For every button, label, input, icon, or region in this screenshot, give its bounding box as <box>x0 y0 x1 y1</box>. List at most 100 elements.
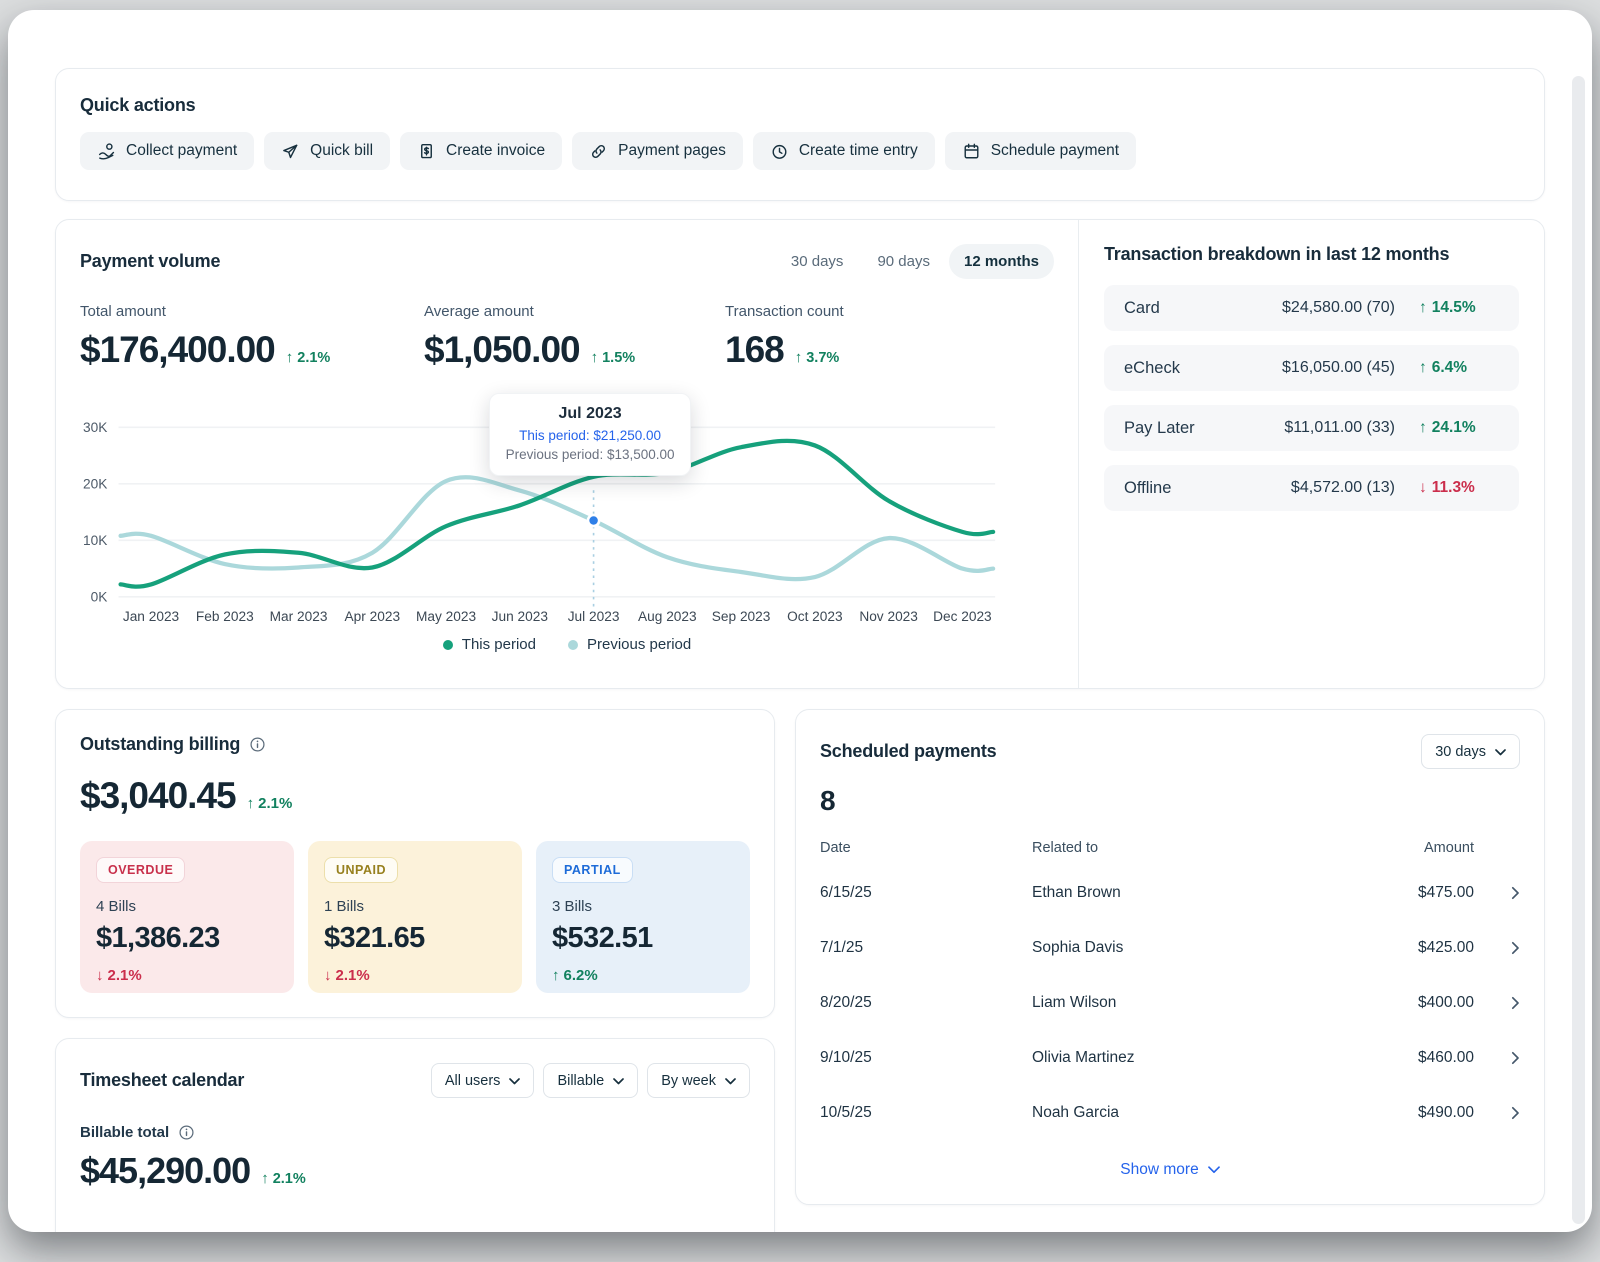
payment-amount: $460.00 <box>1344 1049 1474 1067</box>
legend-dot <box>443 640 453 650</box>
outstanding-billing-card: Outstanding billing $3,040.45 ↑2.1% OVER… <box>55 709 775 1018</box>
method-amount: $4,572.00 (13) <box>1291 479 1395 497</box>
collect-payment-icon <box>97 142 116 161</box>
chevron-right-icon[interactable] <box>1474 1106 1520 1120</box>
partial-badge: PARTIAL <box>552 857 633 883</box>
create-time-entry-button[interactable]: Create time entry <box>753 132 935 170</box>
table-row[interactable]: 8/20/25 Liam Wilson $400.00 <box>820 975 1520 1030</box>
metric-label: Transaction count <box>725 303 844 320</box>
button-label: Quick bill <box>310 142 373 160</box>
outstanding-billing-title: Outstanding billing <box>80 734 240 755</box>
payment-date: 7/1/25 <box>820 939 1032 957</box>
schedule-payment-icon <box>962 142 981 161</box>
button-label: Payment pages <box>618 142 726 160</box>
table-row[interactable]: 10/5/25 Noah Garcia $490.00 <box>820 1085 1520 1140</box>
payment-amount: $490.00 <box>1344 1104 1474 1122</box>
timesheet-calendar-card: Timesheet calendar All users Billable By… <box>55 1038 775 1232</box>
method-delta: ↓11.3% <box>1419 479 1499 497</box>
chevron-right-icon[interactable] <box>1474 1051 1520 1065</box>
breakdown-row[interactable]: Offline $4,572.00 (13) ↓11.3% <box>1104 465 1519 511</box>
tab-90-days[interactable]: 90 days <box>862 244 945 279</box>
tab-30-days[interactable]: 30 days <box>776 244 859 279</box>
table-row[interactable]: 9/10/25 Olivia Martinez $460.00 <box>820 1030 1520 1085</box>
svg-text:Oct 2023: Oct 2023 <box>787 609 843 624</box>
quick-actions-title: Quick actions <box>80 95 1520 116</box>
create-invoice-button[interactable]: Create invoice <box>400 132 562 170</box>
dashboard-page: Quick actions Collect payment Quick bill… <box>8 10 1592 1232</box>
breakdown-row[interactable]: Pay Later $11,011.00 (33) ↑24.1% <box>1104 405 1519 451</box>
metric-delta: ↑1.5% <box>591 349 636 366</box>
info-icon[interactable] <box>249 736 266 753</box>
chevron-down-icon <box>725 1073 736 1089</box>
payment-method: Card <box>1124 299 1282 318</box>
quick-actions-row: Collect payment Quick bill Create invoic… <box>80 132 1520 170</box>
chart-legend: This period Previous period <box>80 636 1054 653</box>
metric-value: 168 <box>725 329 784 371</box>
overdue-card[interactable]: OVERDUE 4 Bills $1,386.23 ↓2.1% <box>80 841 294 993</box>
payment-related-to: Noah Garcia <box>1032 1104 1344 1122</box>
transaction-breakdown-list: Card $24,580.00 (70) ↑14.5% eCheck $16,0… <box>1104 285 1519 511</box>
quick-bill-icon <box>281 142 300 161</box>
billable-select[interactable]: Billable <box>543 1063 638 1098</box>
svg-text:10K: 10K <box>83 533 107 548</box>
svg-text:Sep 2023: Sep 2023 <box>712 609 771 624</box>
table-row[interactable]: 7/1/25 Sophia Davis $425.00 <box>820 920 1520 975</box>
bills-delta: ↑6.2% <box>552 967 598 984</box>
info-icon[interactable] <box>178 1124 195 1141</box>
scrollbar[interactable] <box>1572 76 1585 1224</box>
payment-method: Pay Later <box>1124 419 1284 438</box>
all-users-select[interactable]: All users <box>431 1063 535 1098</box>
billing-status-cards: OVERDUE 4 Bills $1,386.23 ↓2.1% UNPAID 1… <box>80 841 750 993</box>
scheduled-payments-card: Scheduled payments 30 days 8 Date Relate… <box>795 709 1545 1205</box>
metric-delta: ↑2.1% <box>286 349 331 366</box>
tooltip-previous-period: Previous period: $13,500.00 <box>498 447 682 462</box>
legend-item: This period <box>443 636 536 653</box>
column-amount: Amount <box>1344 840 1474 856</box>
scheduled-count: 8 <box>820 785 1520 817</box>
table-row[interactable]: 6/15/25 Ethan Brown $475.00 <box>820 865 1520 920</box>
overdue-badge: OVERDUE <box>96 857 185 883</box>
legend-label: This period <box>462 636 536 653</box>
chevron-down-icon <box>509 1073 520 1089</box>
transaction-breakdown-section: Transaction breakdown in last 12 months … <box>1079 220 1544 688</box>
timesheet-title: Timesheet calendar <box>80 1070 244 1091</box>
range-select[interactable]: 30 days <box>1421 734 1520 769</box>
payment-related-to: Sophia Davis <box>1032 939 1344 957</box>
outstanding-delta: ↑2.1% <box>247 795 293 812</box>
metric-average-amount: Average amount $1,050.00 ↑1.5% <box>424 303 725 371</box>
left-column: Outstanding billing $3,040.45 ↑2.1% OVER… <box>55 709 775 1232</box>
svg-text:Mar 2023: Mar 2023 <box>270 609 328 624</box>
schedule-payment-button[interactable]: Schedule payment <box>945 132 1136 170</box>
method-delta: ↑14.5% <box>1419 299 1499 317</box>
table-header: Date Related to Amount <box>820 831 1520 865</box>
timesheet-filters: All users Billable By week <box>431 1063 750 1098</box>
chevron-right-icon[interactable] <box>1474 941 1520 955</box>
show-more-button[interactable]: Show more <box>1106 1152 1233 1188</box>
payment-method: Offline <box>1124 479 1291 498</box>
quick-actions-card: Quick actions Collect payment Quick bill… <box>55 68 1545 201</box>
chevron-right-icon[interactable] <box>1474 996 1520 1010</box>
scheduled-payments-title: Scheduled payments <box>820 741 996 762</box>
tab-12-months[interactable]: 12 months <box>949 244 1054 279</box>
payment-amount: $475.00 <box>1344 884 1474 902</box>
payment-date: 10/5/25 <box>820 1104 1032 1122</box>
create-time-entry-icon <box>770 142 789 161</box>
transaction-breakdown-title: Transaction breakdown in last 12 months <box>1104 244 1519 265</box>
column-related-to: Related to <box>1032 840 1344 856</box>
metric-label: Total amount <box>80 303 424 320</box>
quick-bill-button[interactable]: Quick bill <box>264 132 390 170</box>
legend-item: Previous period <box>568 636 691 653</box>
payment-pages-button[interactable]: Payment pages <box>572 132 743 170</box>
breakdown-row[interactable]: Card $24,580.00 (70) ↑14.5% <box>1104 285 1519 331</box>
partial-card[interactable]: PARTIAL 3 Bills $532.51 ↑6.2% <box>536 841 750 993</box>
chevron-right-icon[interactable] <box>1474 886 1520 900</box>
payment-related-to: Olivia Martinez <box>1032 1049 1344 1067</box>
unpaid-card[interactable]: UNPAID 1 Bills $321.65 ↓2.1% <box>308 841 522 993</box>
billable-total-value: $45,290.00 <box>80 1150 250 1192</box>
collect-payment-button[interactable]: Collect payment <box>80 132 254 170</box>
metric-total-amount: Total amount $176,400.00 ↑2.1% <box>80 303 424 371</box>
metric-value: $176,400.00 <box>80 329 275 371</box>
metric-delta: ↑3.7% <box>795 349 840 366</box>
by-week-select[interactable]: By week <box>647 1063 750 1098</box>
breakdown-row[interactable]: eCheck $16,050.00 (45) ↑6.4% <box>1104 345 1519 391</box>
